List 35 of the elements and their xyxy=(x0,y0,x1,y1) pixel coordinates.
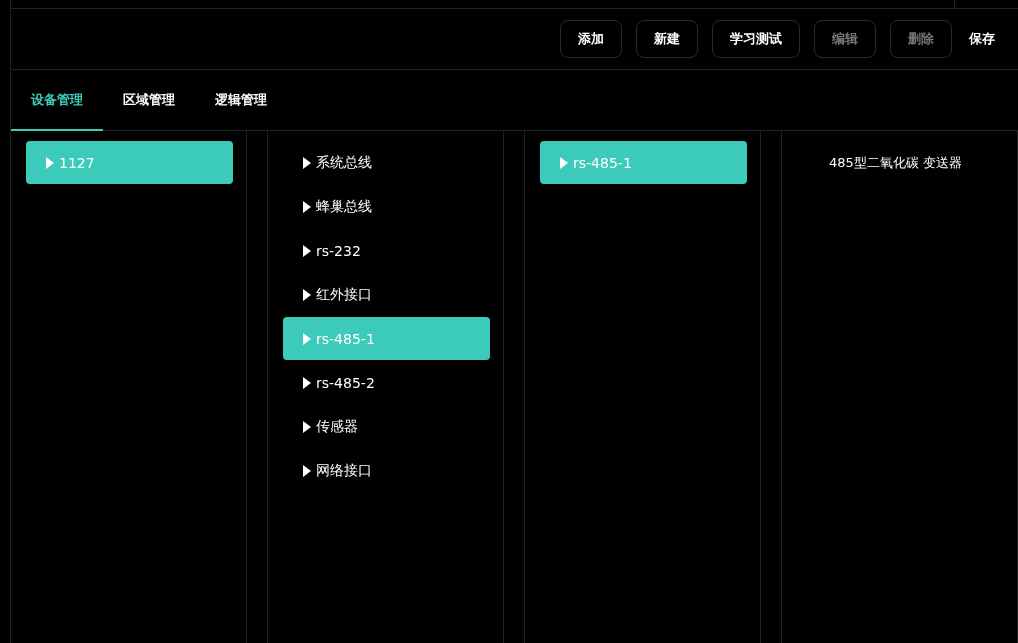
toolbar-button[interactable]: 学习测试 xyxy=(712,20,800,58)
caret-icon xyxy=(303,332,311,345)
tree-item[interactable]: 系统总线 xyxy=(283,141,490,184)
item-label: rs-485-1 xyxy=(316,330,375,347)
tree-item[interactable]: rs-232 xyxy=(283,229,490,272)
caret-icon xyxy=(303,200,311,213)
tree-item[interactable]: 蜂巢总线 xyxy=(283,185,490,228)
caret-icon xyxy=(560,156,568,169)
caret-icon xyxy=(303,156,311,169)
tree-item[interactable]: 485型二氧化碳 变送器 xyxy=(797,141,1004,184)
tab[interactable]: 逻辑管理 xyxy=(195,70,287,131)
item-label: rs-232 xyxy=(316,242,361,259)
caret-icon xyxy=(303,288,311,301)
tree-item[interactable]: rs-485-2 xyxy=(283,361,490,404)
item-label: 1127 xyxy=(59,154,95,171)
caret-icon xyxy=(303,420,311,433)
item-label: 485型二氧化碳 变送器 xyxy=(829,153,962,172)
tree-item[interactable]: 网络接口 xyxy=(283,449,490,492)
toolbar-button[interactable]: 添加 xyxy=(560,20,622,58)
item-label: 蜂巢总线 xyxy=(316,197,372,216)
item-label: rs-485-1 xyxy=(573,154,632,171)
item-label: 系统总线 xyxy=(316,153,372,172)
caret-icon xyxy=(303,244,311,257)
toolbar-button[interactable]: 新建 xyxy=(636,20,698,58)
tab[interactable]: 设备管理 xyxy=(11,70,103,131)
caret-icon xyxy=(46,156,54,169)
item-label: rs-485-2 xyxy=(316,374,375,391)
caret-icon xyxy=(303,464,311,477)
item-label: 网络接口 xyxy=(316,461,372,480)
item-label: 红外接口 xyxy=(316,285,372,304)
tree-item[interactable]: 传感器 xyxy=(283,405,490,448)
tree-item[interactable]: 红外接口 xyxy=(283,273,490,316)
tab[interactable]: 区域管理 xyxy=(103,70,195,131)
item-label: 传感器 xyxy=(316,417,358,436)
caret-icon xyxy=(303,376,311,389)
